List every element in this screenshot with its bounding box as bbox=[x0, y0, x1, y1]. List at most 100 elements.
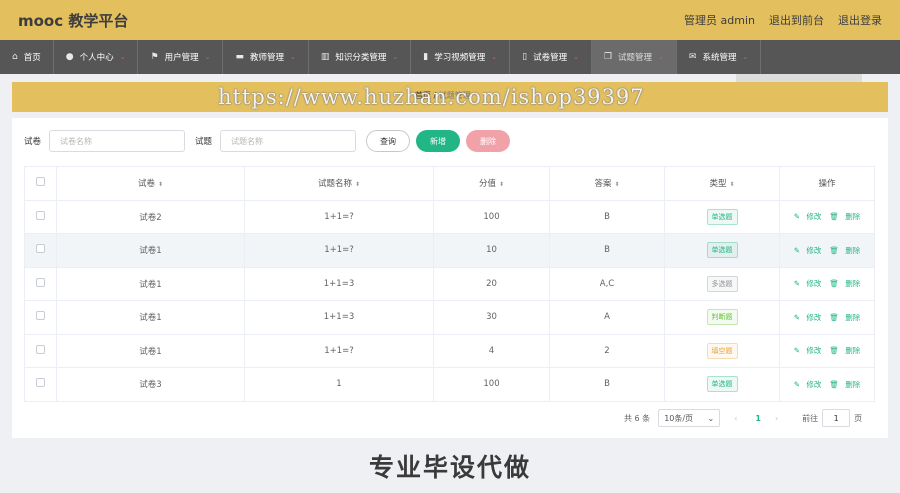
trash-icon: 🗑 bbox=[829, 279, 839, 289]
header-type[interactable]: 类型 ⬍ bbox=[664, 166, 780, 201]
edit-button[interactable]: ✎ 修改 bbox=[792, 313, 824, 322]
page-number-current[interactable]: 1 bbox=[755, 414, 761, 423]
query-button[interactable]: 查询 bbox=[366, 130, 411, 152]
delete-label: 删除 bbox=[845, 379, 861, 389]
delete-label: 删除 bbox=[845, 279, 861, 289]
cell-paper: 试卷2 bbox=[56, 199, 245, 234]
cell-type: 判断题 bbox=[664, 300, 780, 335]
edit-icon: ✎ bbox=[793, 379, 800, 389]
edit-icon: ✎ bbox=[793, 346, 800, 356]
nav-item-label: 试卷管理 bbox=[533, 53, 568, 63]
cell-question-name: 1+1=3 bbox=[244, 266, 434, 301]
cell-answer: B bbox=[549, 367, 665, 402]
cell-paper: 试卷3 bbox=[56, 367, 245, 402]
header-label: 分值 bbox=[478, 179, 496, 190]
nav-item-label: 教师管理 bbox=[249, 53, 284, 63]
nav-item-label: 试题管理 bbox=[618, 53, 653, 63]
nav-item-label: 系统管理 bbox=[702, 53, 737, 63]
prev-page-button[interactable]: ‹ bbox=[734, 414, 737, 423]
paper-icon: ▯ bbox=[522, 52, 528, 62]
edit-button[interactable]: ✎ 修改 bbox=[792, 212, 824, 221]
delete-label: 删除 bbox=[845, 346, 861, 356]
nav-item[interactable]: ▮ 学习视频管理 ⌄ bbox=[411, 40, 511, 74]
nav-item[interactable]: ▯ 试卷管理 ⌄ bbox=[510, 40, 592, 74]
delete-label: 删除 bbox=[845, 312, 861, 322]
delete-row-button[interactable]: 🗑 删除 bbox=[827, 246, 862, 255]
page-size-value: 10条/页 bbox=[664, 413, 694, 423]
checkbox-icon bbox=[36, 344, 45, 354]
edit-label: 修改 bbox=[806, 245, 822, 255]
row-checkbox[interactable] bbox=[24, 199, 57, 234]
checkbox-icon bbox=[36, 277, 45, 287]
cell-actions: ✎ 修改 🗑 删除 bbox=[779, 300, 875, 335]
edit-button[interactable]: ✎ 修改 bbox=[792, 246, 824, 255]
question-label: 试题 bbox=[195, 137, 213, 147]
header-answer[interactable]: 答案 ⬍ bbox=[549, 166, 665, 201]
cell-question-name: 1+1=? bbox=[244, 233, 434, 268]
add-button[interactable]: 新增 bbox=[416, 130, 461, 152]
row-checkbox[interactable] bbox=[24, 333, 57, 368]
type-tag: 单选题 bbox=[706, 376, 738, 393]
select-all-checkbox[interactable] bbox=[24, 166, 57, 201]
chevron-down-icon: ⌄ bbox=[658, 53, 664, 61]
table-row: 试卷3 1 100 B 单选题 ✎ 修改 🗑 删除 bbox=[24, 367, 875, 402]
row-checkbox[interactable] bbox=[24, 367, 57, 402]
edit-button[interactable]: ✎ 修改 bbox=[792, 380, 824, 389]
row-checkbox[interactable] bbox=[24, 300, 57, 335]
chevron-down-icon: ⌄ bbox=[392, 53, 399, 61]
edit-label: 修改 bbox=[806, 312, 822, 322]
cell-score: 10 bbox=[433, 233, 550, 268]
header-paper[interactable]: 试卷 ⬍ bbox=[56, 166, 245, 201]
nav-item-label: 个人中心 bbox=[79, 53, 114, 63]
search-bar: 试卷 试卷名称 试题 试题名称 查询 新增 删除 bbox=[24, 130, 516, 152]
delete-row-button[interactable]: 🗑 删除 bbox=[827, 313, 862, 322]
delete-button[interactable]: 删除 bbox=[466, 130, 511, 152]
nav-item[interactable]: ⚑ 用户管理 ⌄ bbox=[138, 40, 224, 74]
delete-row-button[interactable]: 🗑 删除 bbox=[827, 346, 862, 355]
cell-answer: 2 bbox=[549, 333, 665, 368]
row-checkbox[interactable] bbox=[24, 266, 57, 301]
exit-to-front-link[interactable]: 退出到前台 bbox=[769, 12, 824, 28]
nav-item[interactable]: ✉ 系统管理 ⌄ bbox=[677, 40, 762, 74]
edit-button[interactable]: ✎ 修改 bbox=[792, 279, 824, 288]
row-checkbox[interactable] bbox=[24, 233, 57, 268]
nav-item-label: 学习视频管理 bbox=[434, 53, 486, 63]
cell-answer: A,C bbox=[549, 266, 665, 301]
goto-page-input[interactable]: 1 bbox=[822, 409, 851, 427]
next-page-button[interactable]: › bbox=[775, 414, 778, 423]
delete-row-button[interactable]: 🗑 删除 bbox=[827, 212, 862, 221]
nav-item[interactable]: ⌂ 首页 bbox=[0, 40, 54, 74]
header-question-name[interactable]: 试题名称 ⬍ bbox=[244, 166, 434, 201]
admin-user-label[interactable]: 管理员 admin bbox=[684, 12, 755, 28]
question-table: 试卷 ⬍ 试题名称 ⬍ 分值 ⬍ 答案 ⬍ 类型 ⬍ 操作 试卷2 1+1=? 100 B 单选题… bbox=[24, 166, 875, 402]
sort-icon: ⬍ bbox=[354, 181, 361, 189]
paper-name-input[interactable]: 试卷名称 bbox=[49, 130, 186, 152]
page-unit-label: 页 bbox=[854, 413, 863, 423]
page-size-select[interactable]: 10条/页 ⌄ bbox=[658, 409, 721, 427]
cell-paper: 试卷1 bbox=[56, 233, 245, 268]
nav-item[interactable]: ❐ 试题管理 ⌄ bbox=[591, 40, 677, 74]
trash-icon: 🗑 bbox=[829, 245, 839, 255]
nav-item[interactable]: ● 个人中心 ⌄ bbox=[54, 40, 139, 74]
home-icon: ⌂ bbox=[12, 52, 18, 62]
sort-icon: ⬍ bbox=[498, 181, 505, 189]
type-tag: 判断题 bbox=[706, 309, 738, 326]
cell-question-name: 1+1=3 bbox=[244, 300, 434, 335]
nav-item-label: 知识分类管理 bbox=[335, 53, 387, 63]
chevron-down-icon: ⌄ bbox=[707, 413, 715, 423]
sort-icon: ⬍ bbox=[729, 181, 735, 189]
header-score[interactable]: 分值 ⬍ bbox=[433, 166, 550, 201]
message-icon: ✉ bbox=[688, 52, 697, 62]
logout-link[interactable]: 退出登录 bbox=[838, 12, 882, 28]
delete-row-button[interactable]: 🗑 删除 bbox=[827, 380, 862, 389]
nav-item[interactable]: ▬ 教师管理 ⌄ bbox=[223, 40, 309, 74]
delete-row-button[interactable]: 🗑 删除 bbox=[827, 279, 862, 288]
cell-actions: ✎ 修改 🗑 删除 bbox=[779, 333, 875, 368]
cell-answer: B bbox=[549, 233, 665, 268]
sort-icon: ⬍ bbox=[157, 181, 164, 189]
question-name-input[interactable]: 试题名称 bbox=[220, 130, 357, 152]
nav-item[interactable]: ▥ 知识分类管理 ⌄ bbox=[309, 40, 412, 74]
cell-actions: ✎ 修改 🗑 删除 bbox=[779, 367, 875, 402]
edit-button[interactable]: ✎ 修改 bbox=[792, 346, 824, 355]
brand-title: mooc 教学平台 bbox=[18, 11, 129, 30]
